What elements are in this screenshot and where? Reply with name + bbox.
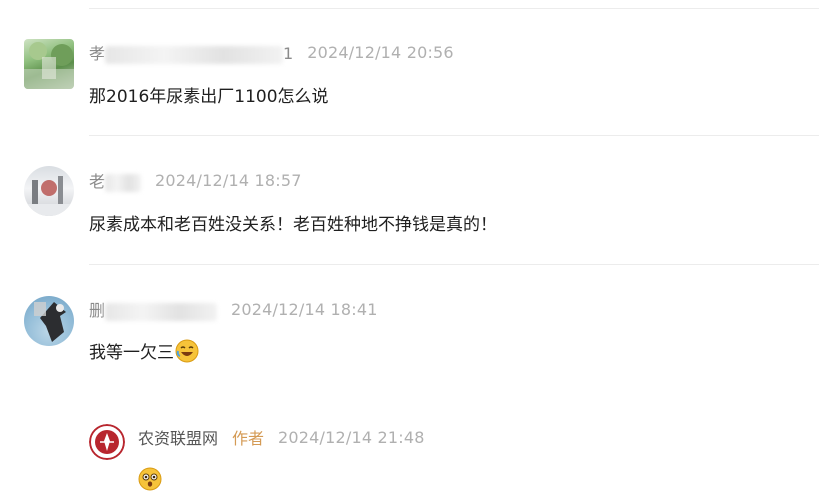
comment-header: 删 2024/12/14 18:41	[89, 297, 378, 321]
avatar[interactable]	[24, 296, 74, 346]
avatar[interactable]	[24, 39, 74, 89]
divider-top	[89, 8, 819, 9]
eagle-photo-icon	[34, 302, 66, 342]
avatar[interactable]	[89, 424, 125, 460]
snow-photo-icon	[24, 176, 74, 216]
comment-text: 那2016年尿素出厂1100怎么说	[89, 87, 329, 107]
landscape-photo-icon	[24, 42, 74, 89]
reply-time: 2024/12/14 21:48	[278, 427, 425, 447]
comment-time: 2024/12/14 20:56	[307, 42, 454, 62]
nickname-redacted	[105, 302, 218, 321]
comment-header: 孝1 2024/12/14 20:56	[89, 40, 454, 64]
divider	[89, 264, 819, 265]
author-name[interactable]: 农资联盟网	[138, 425, 218, 449]
divider	[89, 135, 819, 136]
nickname-redacted	[105, 45, 284, 64]
comment-text: 我等一欠三	[89, 338, 199, 363]
comment-time: 2024/12/14 18:57	[155, 170, 302, 190]
comment-time: 2024/12/14 18:41	[231, 299, 378, 319]
nickname[interactable]: 孝1	[89, 40, 293, 64]
avatar[interactable]	[24, 166, 74, 216]
reply-header: 农资联盟网 作者 2024/12/14 21:48	[138, 425, 425, 449]
nickname[interactable]: 老	[89, 168, 142, 192]
shocked-face-emoji-icon	[138, 467, 162, 491]
comment-header: 老 2024/12/14 18:57	[89, 168, 302, 192]
nickname[interactable]: 删	[89, 297, 218, 321]
comment-text: 尿素成本和老百姓没关系！老百姓种地不挣钱是真的！	[89, 215, 497, 235]
author-tag: 作者	[232, 429, 265, 448]
red-seal-logo-icon	[89, 424, 125, 460]
nickname-redacted	[105, 173, 142, 192]
reply-text	[138, 467, 162, 491]
laughing-face-emoji-icon	[175, 339, 199, 363]
